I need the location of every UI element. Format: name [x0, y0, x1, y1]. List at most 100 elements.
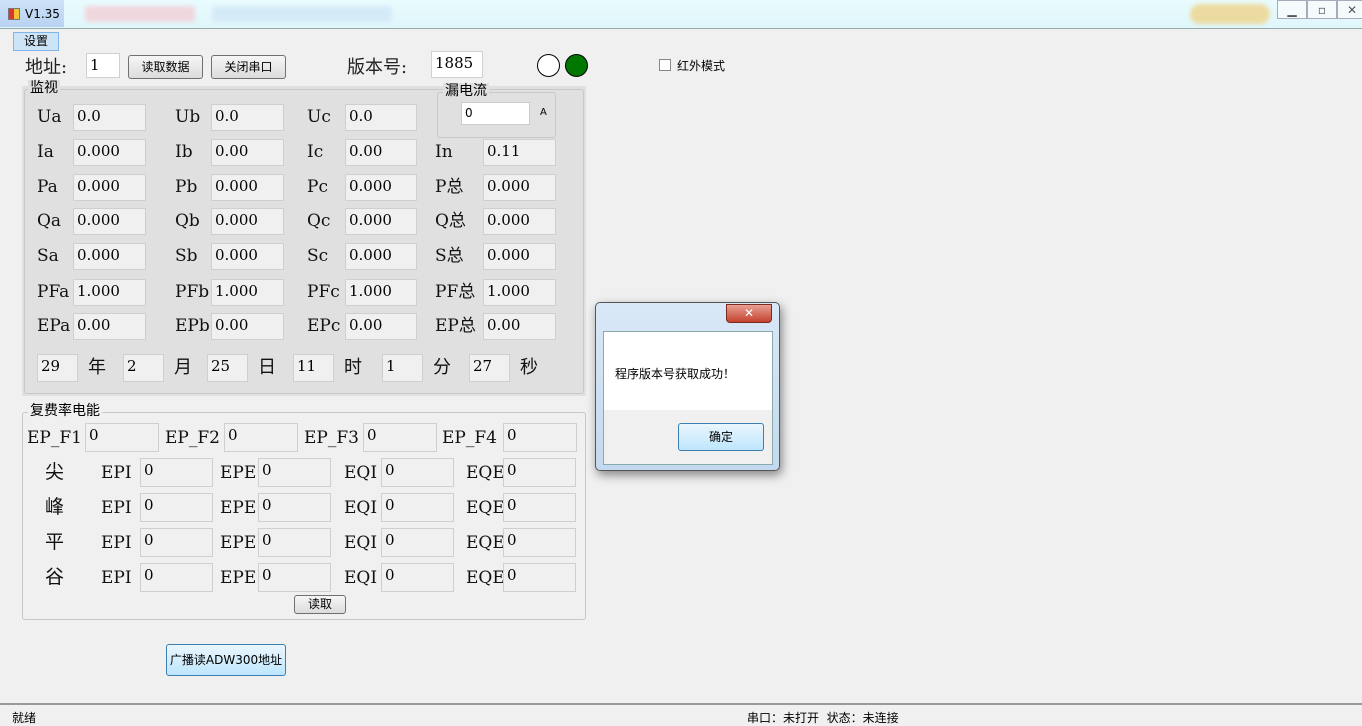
field-uc[interactable]: 0.0 [345, 104, 417, 131]
field-pfc[interactable]: 1.000 [345, 279, 417, 306]
datetime-field[interactable]: 27 [469, 354, 510, 382]
tariff-row-label: 尖 [45, 461, 65, 483]
field-epi[interactable]: 0 [140, 458, 213, 487]
field-epe[interactable]: 0 [258, 528, 331, 557]
tariff-title: 复费率电能 [28, 403, 102, 419]
field-epe[interactable]: 0 [258, 458, 331, 487]
label-ep_f1: EP_F1 [27, 428, 82, 448]
field-q总[interactable]: 0.000 [483, 208, 556, 235]
label-pfb: PFb [175, 282, 210, 302]
field-qb[interactable]: 0.000 [211, 208, 284, 235]
field-sa[interactable]: 0.000 [73, 243, 146, 270]
datetime-field[interactable]: 1 [382, 354, 423, 382]
close-port-button[interactable]: 关闭串口 [211, 55, 286, 79]
label-ia: Ia [37, 142, 54, 162]
label-pb: Pb [175, 177, 198, 197]
title-bar [0, 0, 1362, 29]
field-sb[interactable]: 0.000 [211, 243, 284, 270]
blurred-tab[interactable] [85, 6, 195, 22]
label-eqi: EQI [344, 568, 378, 588]
field-pc[interactable]: 0.000 [345, 174, 417, 201]
field-eqe[interactable]: 0 [503, 563, 576, 592]
address-input[interactable]: 1 [86, 53, 120, 78]
field-epi[interactable]: 0 [140, 563, 213, 592]
field-eqi[interactable]: 0 [381, 563, 454, 592]
field-epe[interactable]: 0 [258, 493, 331, 522]
version-input[interactable]: 1885 [431, 51, 483, 78]
label-eqe: EQE [466, 463, 505, 483]
label-ic: Ic [307, 142, 324, 162]
datetime-field[interactable]: 2 [123, 354, 164, 382]
field-pf总[interactable]: 1.000 [483, 279, 556, 306]
version-label: 版本号: [347, 57, 408, 78]
field-ib[interactable]: 0.00 [211, 139, 284, 166]
field-ep_f4[interactable]: 0 [503, 423, 577, 452]
leak-current-input[interactable]: 0 [461, 102, 530, 125]
dialog-ok-button[interactable]: 确定 [678, 423, 764, 451]
field-pb[interactable]: 0.000 [211, 174, 284, 201]
field-eqe[interactable]: 0 [503, 528, 576, 557]
minimize-icon[interactable]: ▁ [1277, 0, 1307, 19]
field-epe[interactable]: 0 [258, 563, 331, 592]
field-qa[interactable]: 0.000 [73, 208, 146, 235]
field-epi[interactable]: 0 [140, 493, 213, 522]
menu-settings[interactable]: 设置 [13, 32, 59, 51]
label-p总: P总 [435, 177, 464, 197]
close-icon[interactable]: ✕ [1337, 0, 1362, 19]
field-eqe[interactable]: 0 [503, 458, 576, 487]
field-pa[interactable]: 0.000 [73, 174, 146, 201]
app-icon [8, 7, 20, 20]
field-eqi[interactable]: 0 [381, 493, 454, 522]
maximize-icon[interactable]: ▫ [1307, 0, 1337, 19]
label-uc: Uc [307, 107, 331, 127]
datetime-field[interactable]: 11 [293, 354, 334, 382]
field-ic[interactable]: 0.00 [345, 139, 417, 166]
field-eqe[interactable]: 0 [503, 493, 576, 522]
label-qc: Qc [307, 211, 331, 231]
datetime-unit: 秒 [520, 357, 538, 378]
blurred-tab[interactable] [212, 6, 392, 22]
label-eqe: EQE [466, 568, 505, 588]
dialog-close-button[interactable]: ✕ [726, 304, 772, 323]
broadcast-read-button[interactable]: 广播读ADW300地址 [166, 644, 286, 676]
app-tab[interactable]: V1.35 [0, 0, 64, 27]
field-eqi[interactable]: 0 [381, 528, 454, 557]
field-pfb[interactable]: 1.000 [211, 279, 284, 306]
field-ep_f3[interactable]: 0 [363, 423, 437, 452]
field-qc[interactable]: 0.000 [345, 208, 417, 235]
field-sc[interactable]: 0.000 [345, 243, 417, 270]
field-pfa[interactable]: 1.000 [73, 279, 146, 306]
field-ep_f1[interactable]: 0 [85, 423, 159, 452]
field-ia[interactable]: 0.000 [73, 139, 146, 166]
field-epi[interactable]: 0 [140, 528, 213, 557]
infrared-label: 红外模式 [677, 59, 726, 73]
leak-current-unit: A [540, 107, 547, 118]
status-indicator-white [537, 54, 560, 77]
field-ep_f2[interactable]: 0 [224, 423, 298, 452]
dialog-body: 程序版本号获取成功！ 确定 [603, 331, 773, 465]
tariff-read-button[interactable]: 读取 [294, 595, 346, 614]
field-in[interactable]: 0.11 [483, 139, 556, 166]
label-ub: Ub [175, 107, 201, 127]
field-eqi[interactable]: 0 [381, 458, 454, 487]
label-qa: Qa [37, 211, 62, 231]
read-data-button[interactable]: 读取数据 [128, 55, 203, 79]
field-ub[interactable]: 0.0 [211, 104, 284, 131]
field-epb[interactable]: 0.00 [211, 313, 284, 340]
tariff-row-label: 谷 [45, 566, 65, 588]
window-controls: ▁ ▫ ✕ [1277, 0, 1362, 20]
field-epa[interactable]: 0.00 [73, 313, 146, 340]
field-s总[interactable]: 0.000 [483, 243, 556, 270]
datetime-field[interactable]: 25 [207, 354, 248, 382]
infrared-checkbox[interactable] [659, 59, 671, 71]
window-title: V1.35 [25, 6, 60, 21]
field-ep总[interactable]: 0.00 [483, 313, 556, 340]
field-ua[interactable]: 0.0 [73, 104, 146, 131]
field-p总[interactable]: 0.000 [483, 174, 556, 201]
label-pfc: PFc [307, 282, 340, 302]
field-epc[interactable]: 0.00 [345, 313, 417, 340]
status-left: 就绪 [12, 711, 37, 725]
blurred-badge[interactable] [1190, 4, 1270, 24]
datetime-field[interactable]: 29 [37, 354, 78, 382]
status-right: 串口：未打开 状态：未连接 [747, 711, 899, 725]
